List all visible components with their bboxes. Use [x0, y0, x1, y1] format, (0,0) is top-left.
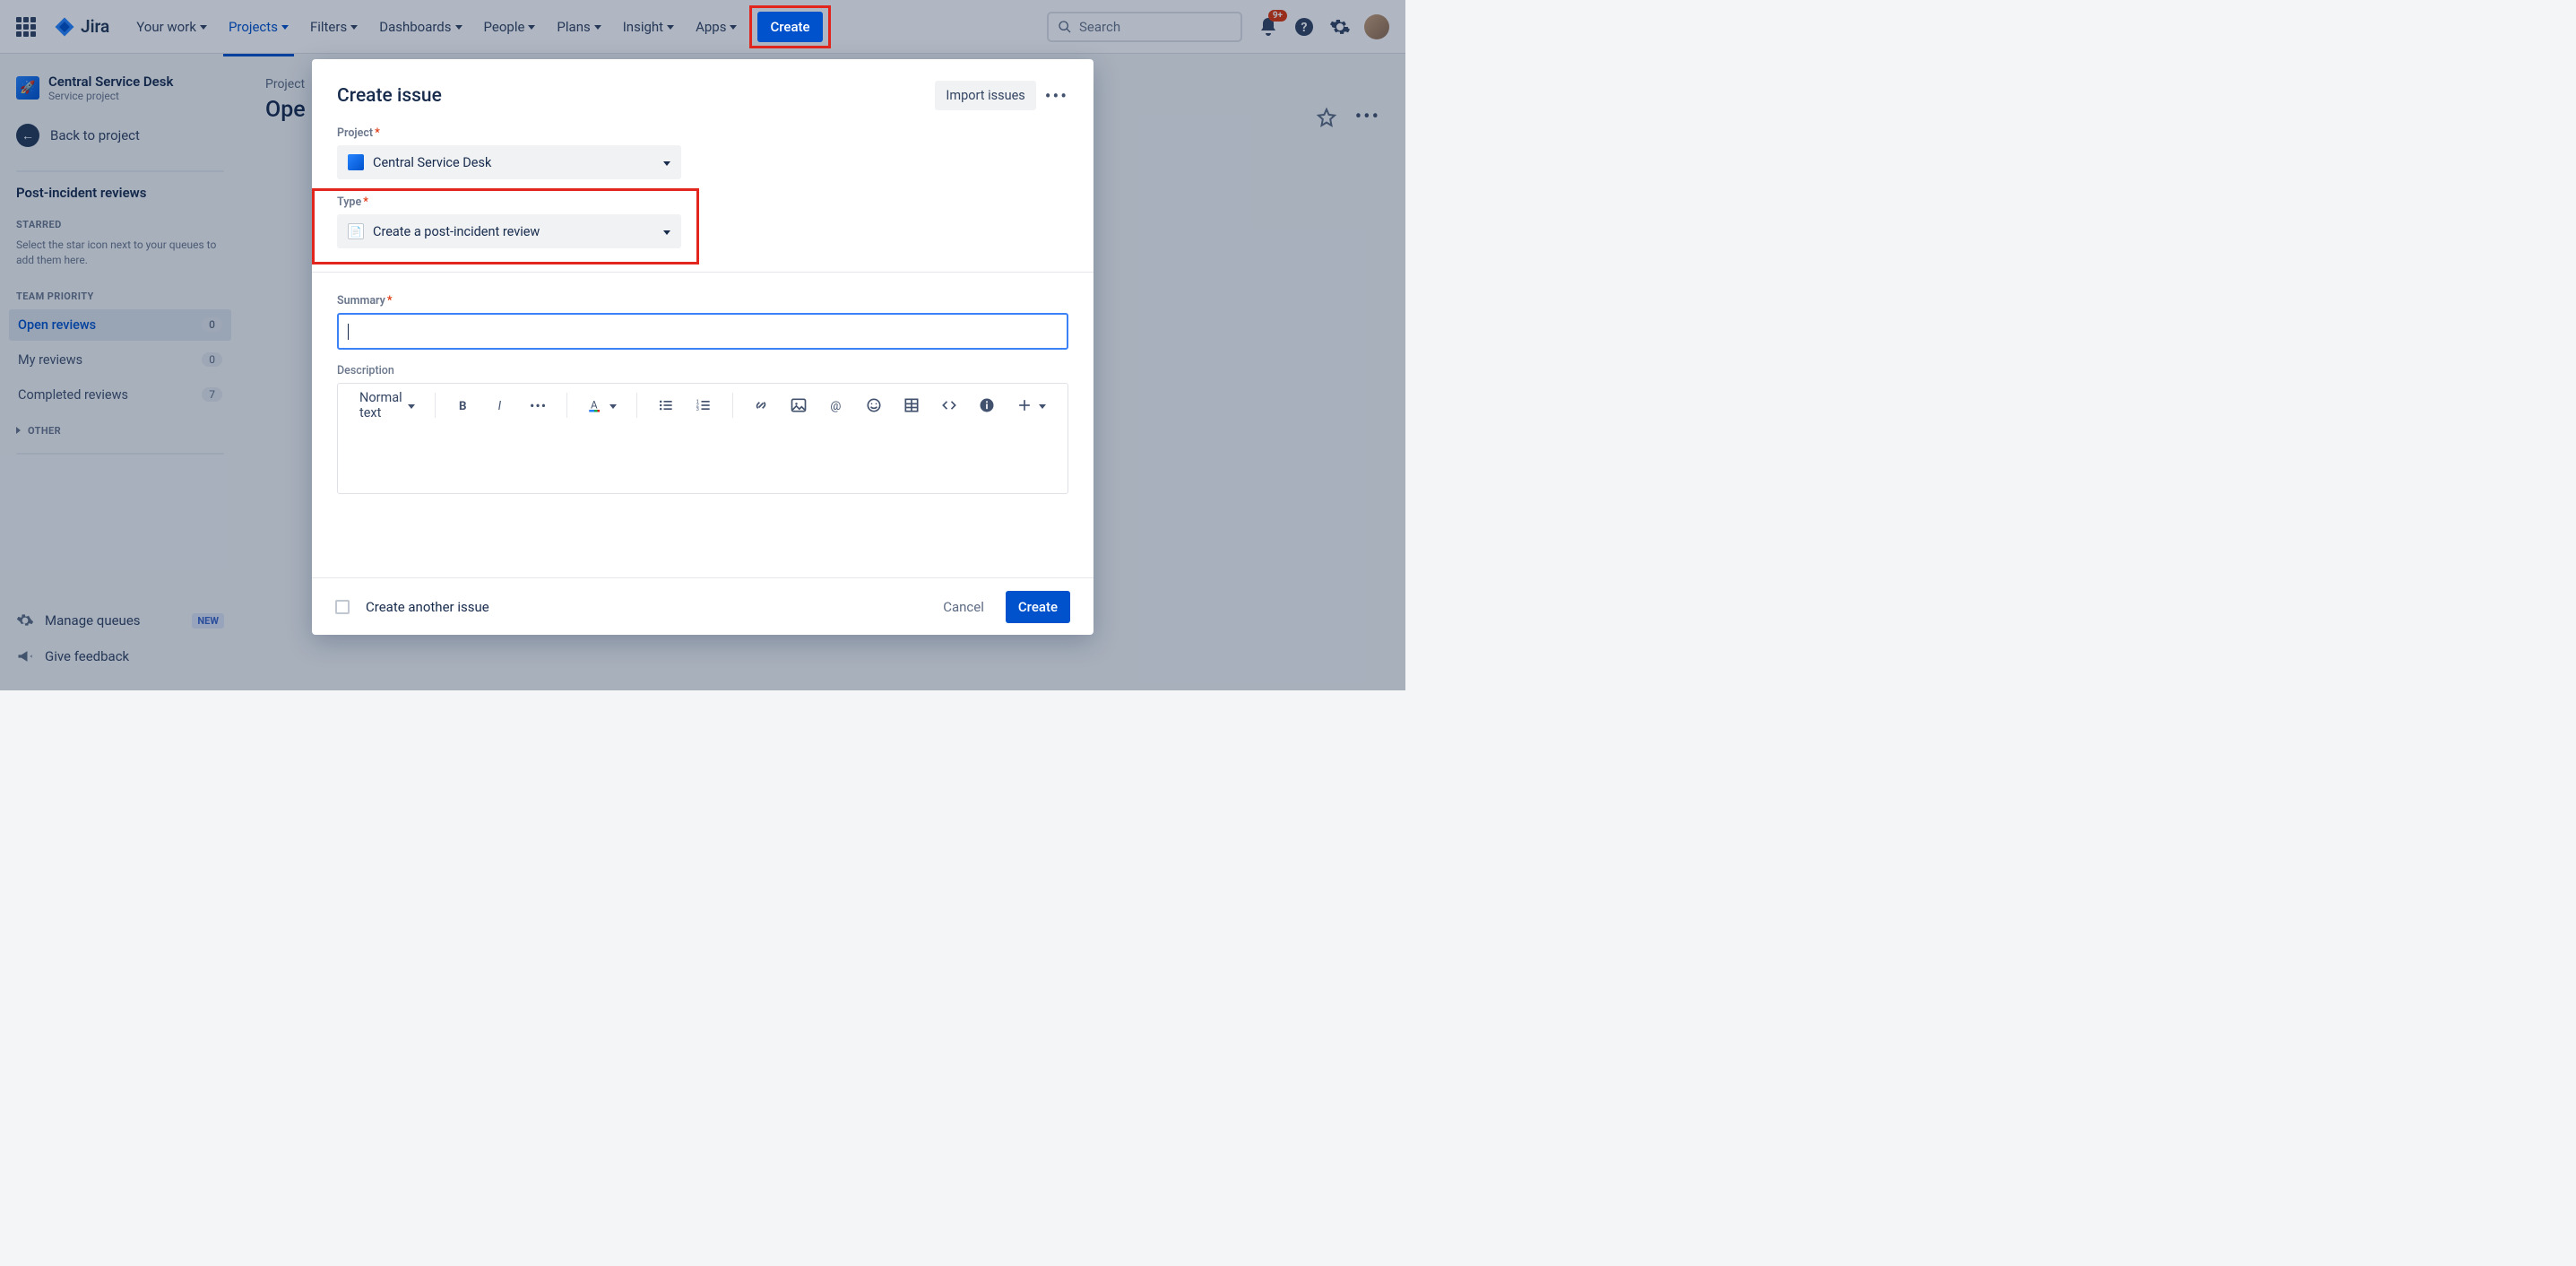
project-field-label: Project*	[337, 126, 1068, 140]
italic-icon[interactable]: I	[488, 393, 514, 418]
create-another-label: Create another issue	[366, 599, 489, 615]
highlight-create-annotation: Create	[749, 5, 830, 48]
project-select-value: Central Service Desk	[373, 155, 491, 170]
more-format-icon[interactable]: •••	[526, 394, 550, 418]
bold-icon[interactable]: B	[451, 393, 476, 418]
create-issue-modal: Create issue Import issues ••• Project* …	[312, 59, 1094, 635]
text-style-label: Normal text	[359, 390, 402, 421]
submit-create-button[interactable]: Create	[1006, 591, 1070, 623]
chevron-down-icon	[1039, 404, 1046, 409]
text-style-dropdown[interactable]: Normal text	[356, 386, 419, 424]
code-icon[interactable]	[937, 393, 962, 418]
label-text: Project	[337, 126, 373, 140]
project-select[interactable]: Central Service Desk	[337, 145, 681, 179]
editor-content-area[interactable]	[338, 427, 1068, 493]
text-color-icon[interactable]: A	[583, 393, 620, 418]
create-button[interactable]: Create	[757, 12, 822, 42]
number-list-icon[interactable]: 123	[691, 393, 716, 418]
separator	[312, 272, 1094, 273]
description-field: Description Normal text B I ••• A	[337, 364, 1068, 494]
chevron-down-icon	[663, 230, 670, 235]
required-star: *	[387, 294, 393, 308]
summary-input[interactable]	[337, 313, 1068, 350]
description-field-label: Description	[337, 364, 1068, 377]
editor-toolbar: Normal text B I ••• A 123	[338, 384, 1068, 427]
project-select-icon	[348, 154, 364, 170]
emoji-icon[interactable]	[861, 393, 886, 418]
svg-text:@: @	[830, 400, 841, 413]
type-field: Type* 📄 Create a post-incident review	[328, 190, 1077, 263]
modal-title: Create issue	[337, 85, 442, 107]
text-cursor	[348, 324, 349, 340]
required-star: *	[375, 126, 380, 140]
table-icon[interactable]	[899, 393, 924, 418]
description-editor[interactable]: Normal text B I ••• A 123	[337, 383, 1068, 494]
mention-icon[interactable]: @	[824, 393, 849, 418]
import-issues-button[interactable]: Import issues	[935, 81, 1035, 110]
svg-text:I: I	[498, 400, 502, 413]
type-select[interactable]: 📄 Create a post-incident review	[337, 214, 681, 248]
label-text: Summary	[337, 294, 385, 308]
link-icon[interactable]	[748, 393, 774, 418]
type-select-value: Create a post-incident review	[373, 224, 540, 239]
required-star: *	[363, 195, 368, 209]
svg-text:B: B	[459, 400, 467, 413]
summary-field: Summary*	[337, 294, 1068, 350]
modal-more-icon[interactable]: •••	[1045, 85, 1068, 107]
summary-field-label: Summary*	[337, 294, 1068, 308]
bullet-list-icon[interactable]	[653, 393, 679, 418]
type-field-label: Type*	[337, 195, 1068, 209]
pir-type-icon: 📄	[348, 223, 364, 239]
chevron-down-icon	[609, 404, 617, 409]
project-field: Project* Central Service Desk	[337, 126, 1068, 179]
insert-more-icon[interactable]	[1012, 393, 1050, 418]
image-icon[interactable]	[786, 393, 811, 418]
svg-text:A: A	[591, 398, 598, 411]
info-icon[interactable]	[974, 393, 999, 418]
svg-text:3: 3	[696, 407, 698, 412]
create-another-checkbox[interactable]	[335, 600, 350, 614]
label-text: Type	[337, 195, 361, 209]
chevron-down-icon	[408, 404, 415, 409]
cancel-button[interactable]: Cancel	[938, 592, 990, 622]
modal-footer: Create another issue Cancel Create	[312, 577, 1094, 635]
chevron-down-icon	[663, 161, 670, 166]
